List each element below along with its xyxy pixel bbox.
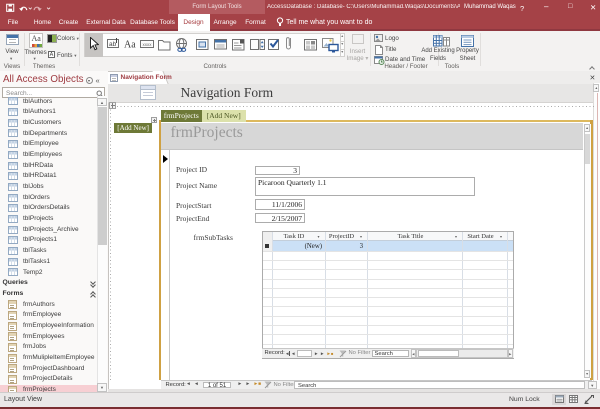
svg-text:xxxx: xxxx xyxy=(143,41,153,46)
svg-text:ab: ab xyxy=(109,41,117,48)
svg-text:Aa: Aa xyxy=(124,39,136,50)
